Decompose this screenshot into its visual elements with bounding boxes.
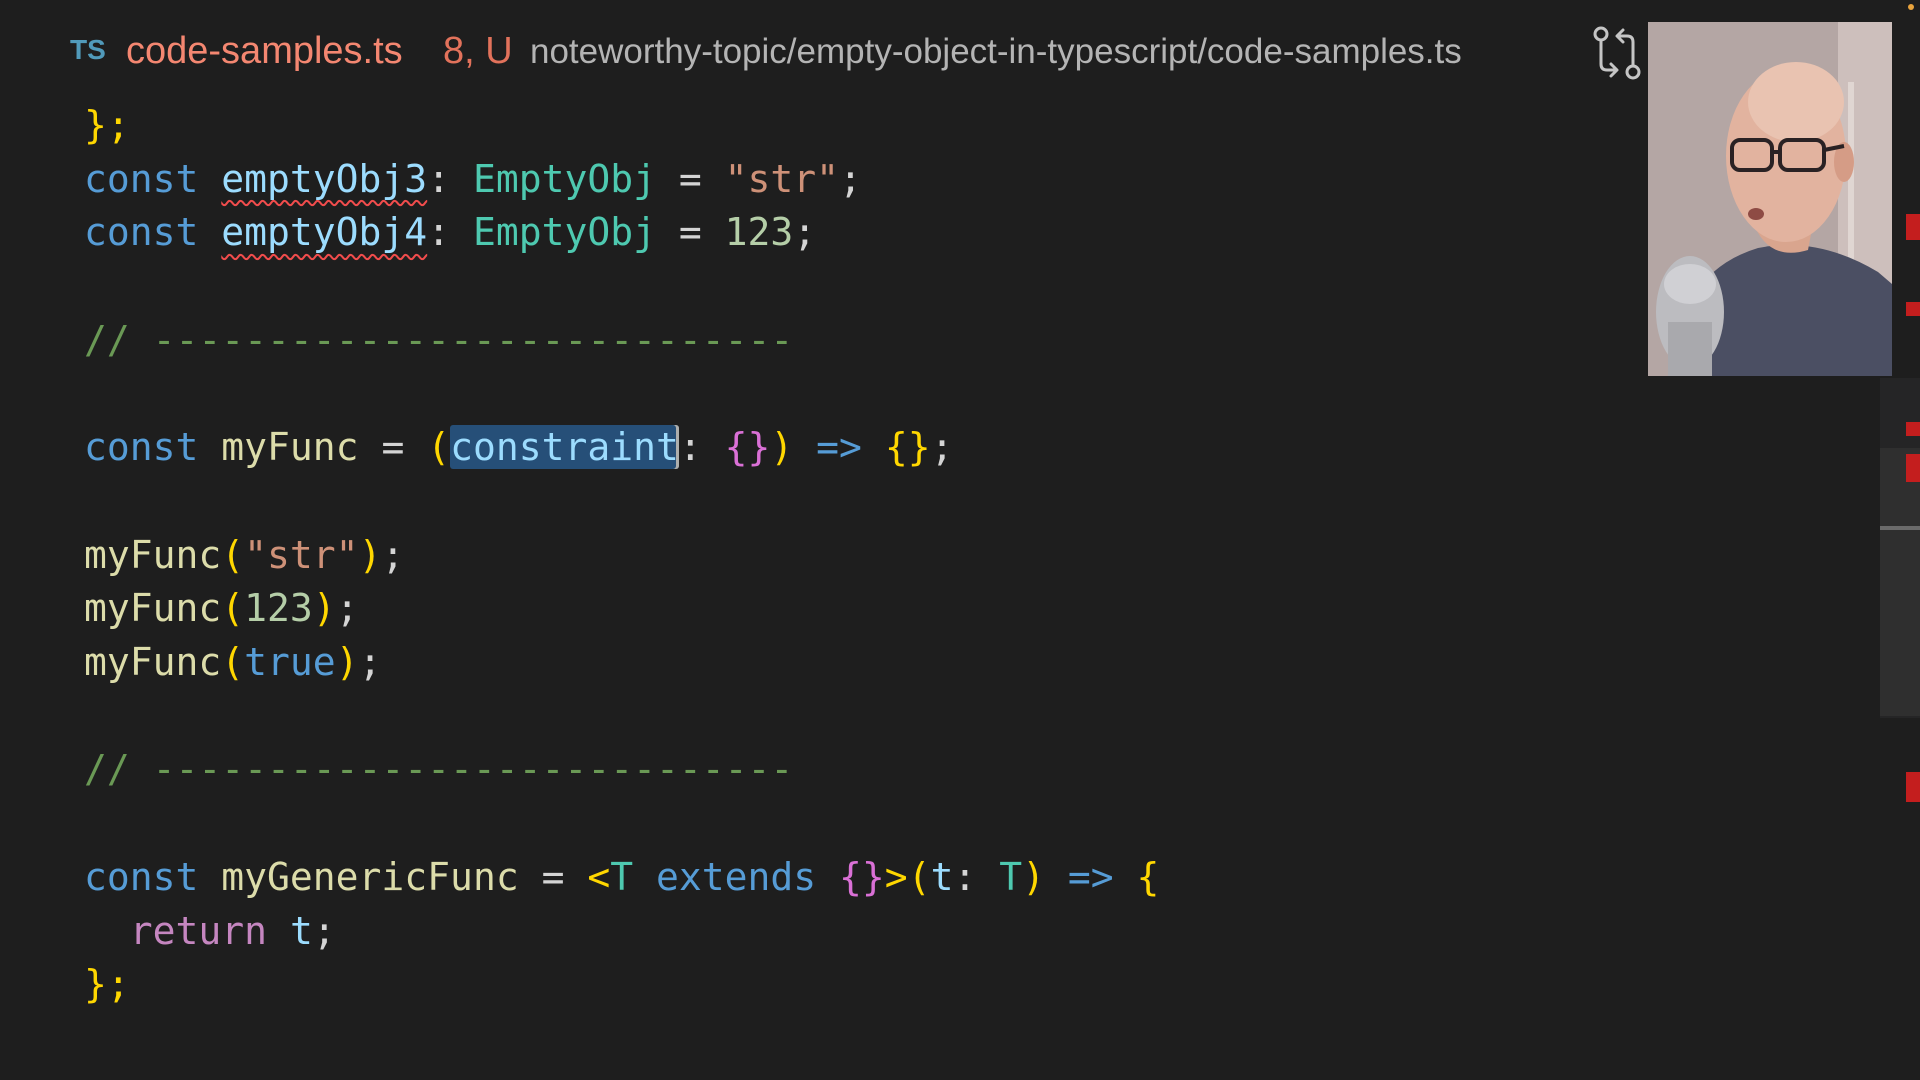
code-line[interactable]: myFunc(123);	[84, 581, 359, 635]
code-token: =>	[1045, 854, 1137, 899]
code-token: <	[587, 854, 611, 899]
code-token: };	[84, 962, 130, 1007]
error-token: emptyObj4	[221, 210, 428, 255]
code-token: )	[335, 640, 359, 684]
code-line[interactable]: myFunc("str");	[84, 528, 404, 582]
code-token: {}	[884, 425, 931, 470]
code-line[interactable]: return t;	[84, 904, 336, 958]
code-line[interactable]: const emptyObj4: EmptyObj = 123;	[84, 205, 816, 259]
code-token: (	[221, 640, 245, 684]
code-line[interactable]: // ----------------------------	[84, 313, 793, 367]
code-token: :	[953, 854, 1000, 899]
git-compare-icon[interactable]	[1592, 26, 1642, 80]
selected-token: constraint	[450, 425, 679, 470]
code-token: myFunc	[84, 532, 222, 577]
breadcrumb-file-path[interactable]: noteworthy-topic/empty-object-in-typescr…	[530, 32, 1462, 72]
code-token: )	[770, 425, 794, 470]
code-token: (	[907, 854, 931, 899]
code-token: "str"	[724, 156, 840, 201]
code-token: )	[358, 532, 382, 577]
code-token: {}	[724, 425, 771, 470]
code-token: extends	[633, 854, 840, 899]
code-token: ;	[381, 532, 405, 577]
code-token: ;	[312, 908, 336, 953]
code-token: (	[427, 425, 451, 470]
code-token: myGenericFunc	[221, 854, 519, 899]
overview-ruler-error[interactable]	[1906, 214, 1920, 240]
code-token: 123	[244, 586, 313, 631]
code-token: t	[289, 908, 313, 953]
code-token: )	[1022, 854, 1046, 899]
editor-tab-bar: TS code-samples.ts 8, U noteworthy-topic…	[0, 0, 1920, 105]
code-token: >	[884, 854, 908, 899]
unsaved-dot-icon	[1908, 4, 1914, 10]
code-token: 123	[724, 210, 794, 255]
code-token: (	[221, 532, 245, 577]
code-line[interactable]: const myGenericFunc = <T extends {}>(t: …	[84, 850, 1159, 904]
tab-file-name[interactable]: code-samples.ts	[126, 30, 403, 73]
overview-ruler-error[interactable]	[1906, 422, 1920, 436]
code-token: t	[930, 854, 954, 899]
code-token: =	[358, 425, 428, 470]
code-line[interactable]: const emptyObj3: EmptyObj = "str";	[84, 152, 862, 206]
code-token: const	[84, 425, 222, 470]
code-line[interactable]: const myFunc = (constraint: {}) => {};	[84, 420, 953, 474]
tab-problem-status: 8, U	[443, 30, 513, 72]
code-token: :	[427, 156, 473, 201]
code-token: ;	[930, 425, 954, 470]
code-token: T	[999, 854, 1023, 899]
scrollbar-thumb[interactable]	[1880, 448, 1920, 716]
code-token: // ----------------------------	[84, 317, 794, 362]
code-token: EmptyObj	[472, 156, 656, 201]
typescript-file-icon: TS	[70, 34, 106, 65]
code-token: };	[84, 103, 130, 147]
code-token: myFunc	[84, 586, 222, 631]
code-line[interactable]: // ----------------------------	[84, 742, 793, 796]
code-token: const	[84, 210, 222, 255]
code-token: =>	[793, 425, 885, 470]
code-token: =	[518, 854, 588, 899]
code-token: ;	[335, 586, 359, 631]
code-token: const	[84, 854, 222, 899]
code-token: // ----------------------------	[84, 747, 794, 792]
code-line[interactable]: myFunc(true);	[84, 635, 381, 689]
code-line[interactable]: };	[84, 98, 130, 152]
code-token: "str"	[244, 532, 359, 577]
overview-ruler-error[interactable]	[1906, 772, 1920, 802]
code-token: const	[84, 156, 222, 201]
code-token: =	[655, 156, 725, 201]
code-token: (	[221, 586, 245, 631]
code-token: EmptyObj	[472, 210, 656, 255]
cursor-position-marker	[1880, 526, 1920, 530]
code-token: return	[129, 908, 268, 953]
code-token: ;	[793, 210, 817, 255]
code-token: myFunc	[221, 425, 359, 470]
code-token: ;	[358, 640, 382, 684]
code-token: {}	[839, 854, 885, 899]
error-token: emptyObj3	[221, 156, 428, 201]
code-token: )	[312, 586, 336, 631]
code-token: T	[610, 854, 634, 899]
code-token: =	[655, 210, 725, 255]
presenter-video-icon	[1648, 22, 1892, 376]
code-token: myFunc	[84, 640, 222, 684]
code-token: ;	[839, 156, 862, 201]
overview-ruler-error[interactable]	[1906, 302, 1920, 316]
code-token: :	[427, 210, 473, 255]
code-token: :	[678, 425, 725, 470]
code-token: true	[244, 640, 336, 684]
code-editor[interactable]: }; const emptyObj3: EmptyObj = "str"; cons…	[0, 92, 1880, 1080]
code-line[interactable]: };	[84, 957, 130, 1011]
code-token: {	[1136, 854, 1160, 899]
overview-ruler-error[interactable]	[1906, 454, 1920, 482]
